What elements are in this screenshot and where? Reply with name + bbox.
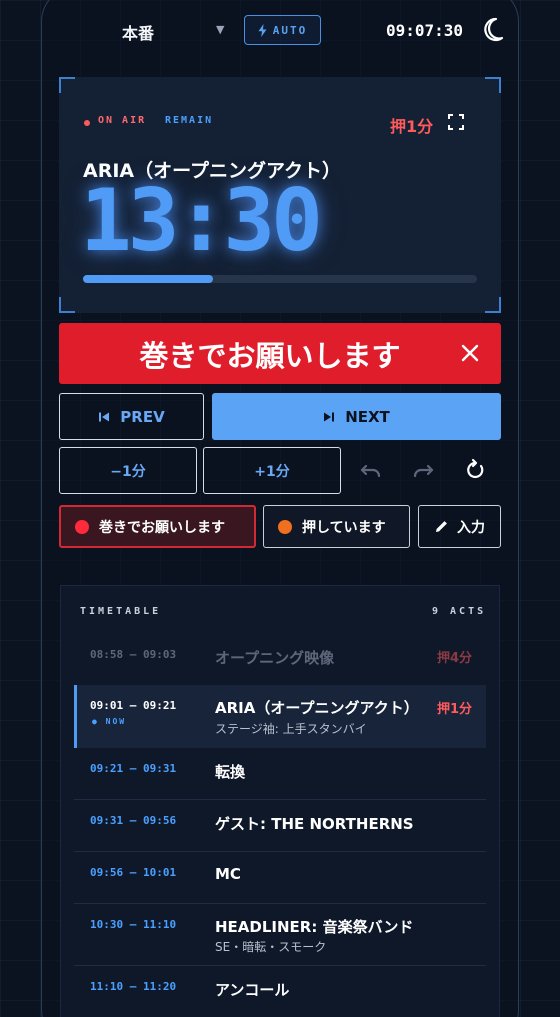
row-note: SE・暗転・スモーク — [215, 940, 327, 954]
now-indicator: ● NOW — [92, 717, 127, 726]
remaining-timer: 13:30 — [80, 171, 323, 271]
timetable-row[interactable]: 09:21 – 09:31 転換 — [74, 748, 486, 800]
row-time: 09:56 – 10:01 — [90, 866, 177, 879]
next-label: NEXT — [345, 407, 390, 426]
delay-badge: 押1分 — [390, 117, 434, 136]
reset-button[interactable] — [462, 457, 488, 483]
pencil-icon — [436, 521, 447, 532]
orange-dot-icon — [278, 519, 292, 534]
row-name: HEADLINER: 音楽祭バンド — [215, 918, 414, 936]
acts-count: 9 ACTS — [432, 606, 487, 617]
red-dot-icon — [75, 519, 89, 534]
row-time: 09:01 – 09:21 — [90, 699, 177, 712]
minus-one-minute-button[interactable]: −1分 — [59, 447, 197, 494]
plus-one-minute-button[interactable]: +1分 — [203, 447, 341, 494]
timetable-row[interactable]: 11:10 – 11:20 アンコール — [74, 966, 486, 1017]
frame-corner — [59, 297, 75, 313]
row-time: 10:30 – 11:10 — [90, 918, 177, 931]
prev-button[interactable]: PREV — [59, 393, 204, 440]
chevron-down-icon[interactable]: ▼ — [216, 23, 224, 36]
redo-button[interactable] — [410, 457, 436, 483]
refresh-icon — [467, 458, 484, 479]
prev-label: PREV — [120, 407, 165, 426]
current-time: 09:07:30 — [386, 21, 464, 40]
mode-selector-label[interactable]: 本番 — [122, 20, 154, 44]
row-name: ゲスト: THE NORTHERNS — [215, 815, 414, 833]
redo-icon — [413, 464, 434, 478]
act-progress-fill — [83, 275, 214, 283]
row-time: 08:58 – 09:03 — [90, 648, 177, 661]
alert-message: 巻きでお願いします — [139, 338, 401, 373]
row-time: 09:31 – 09:56 — [90, 814, 177, 827]
row-name: アンコール — [215, 981, 290, 999]
input-button[interactable]: 入力 — [418, 505, 501, 548]
timetable-title: TIMETABLE — [80, 606, 162, 617]
alert-close-button[interactable] — [459, 342, 481, 364]
hurry-cue-label: 巻きでお願いします — [99, 519, 225, 536]
timetable-row-current[interactable]: 09:01 – 09:21 ● NOW ARIA（オープニングアクト） ステージ… — [74, 685, 486, 748]
row-time: 09:21 – 09:31 — [90, 762, 177, 775]
row-delay: 押1分 — [436, 702, 472, 717]
frame-corner — [485, 297, 501, 313]
now-label: NOW — [105, 717, 127, 726]
row-note: ステージ袖: 上手スタンバイ — [215, 722, 367, 736]
delayed-cue-button[interactable]: 押しています — [263, 505, 410, 548]
remain-label: REMAIN — [165, 115, 214, 126]
next-button[interactable]: NEXT — [212, 393, 501, 440]
fullscreen-button[interactable] — [448, 114, 464, 130]
auto-mode-button[interactable]: AUTO — [244, 15, 321, 45]
undo-icon — [360, 464, 381, 478]
frame-corner — [59, 77, 75, 93]
on-air-indicator — [84, 120, 90, 126]
close-icon — [461, 344, 479, 362]
moon-icon — [484, 17, 504, 42]
row-name: ARIA（オープニングアクト） — [215, 699, 419, 717]
act-progress-bar — [83, 275, 477, 283]
row-time: 11:10 – 11:20 — [90, 980, 177, 993]
row-name: MC — [215, 865, 241, 883]
hurry-cue-button[interactable]: 巻きでお願いします — [59, 505, 256, 548]
skip-previous-icon — [99, 412, 110, 421]
theme-toggle-button[interactable] — [480, 16, 506, 44]
timetable-row[interactable]: 10:30 – 11:10 HEADLINER: 音楽祭バンド SE・暗転・スモ… — [74, 904, 486, 966]
timetable-row[interactable]: 08:58 – 09:03 オープニング映像 押4分 — [74, 632, 486, 680]
timetable-row[interactable]: 09:31 – 09:56 ゲスト: THE NORTHERNS — [74, 800, 486, 852]
on-air-label: ON AIR — [98, 115, 147, 126]
auto-mode-label: AUTO — [272, 23, 308, 37]
cue-alert-banner: 巻きでお願いします — [59, 323, 501, 384]
lightning-icon — [258, 23, 267, 37]
undo-button[interactable] — [358, 457, 384, 483]
row-name: 転換 — [215, 763, 246, 781]
frame-corner — [485, 77, 501, 93]
fullscreen-icon — [448, 114, 464, 130]
row-delay: 押4分 — [436, 651, 472, 666]
skip-next-icon — [324, 412, 335, 421]
delayed-cue-label: 押しています — [302, 519, 386, 536]
timetable-row[interactable]: 09:56 – 10:01 MC — [74, 852, 486, 904]
input-label: 入力 — [457, 519, 485, 536]
row-name: オープニング映像 — [215, 649, 335, 667]
